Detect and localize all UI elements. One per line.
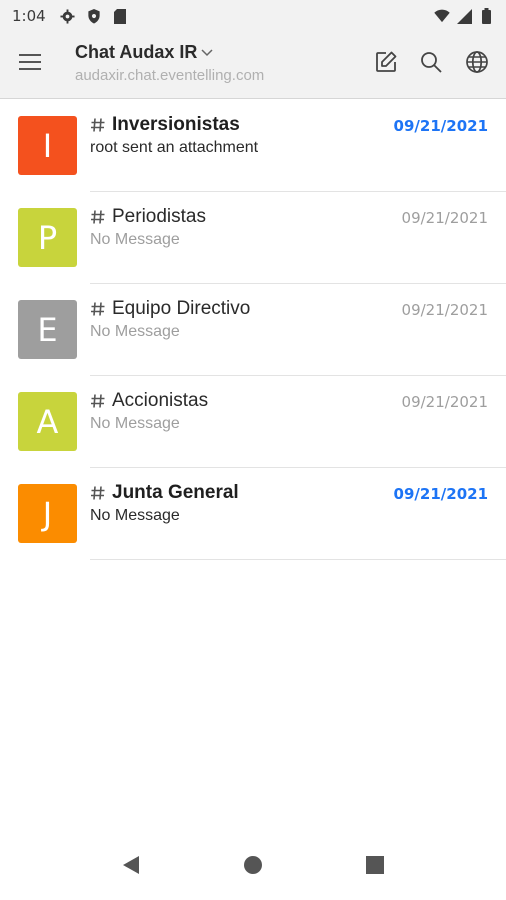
new-message-button[interactable]: [368, 46, 404, 82]
channel-hash-icon: [90, 485, 106, 501]
server-switcher[interactable]: Chat Audax IR audaxir.chat.eventelling.c…: [75, 42, 345, 84]
gear-icon: [60, 8, 76, 24]
room-name: Inversionistas: [112, 114, 240, 135]
room-last-message: No Message: [90, 507, 180, 524]
room-name: Junta General: [112, 482, 239, 503]
menu-button[interactable]: [12, 46, 48, 82]
signal-icon: [456, 8, 472, 24]
room-list: I Inversionistas 09/21/2021 root sent an…: [0, 100, 506, 560]
room-last-message: No Message: [90, 231, 180, 248]
edit-icon: [374, 50, 398, 79]
channel-hash-icon: [90, 117, 106, 133]
room-last-message: No Message: [90, 415, 180, 432]
sd-card-icon: [112, 8, 128, 24]
room-date: 09/21/2021: [401, 301, 488, 319]
chevron-down-icon: [201, 44, 213, 62]
room-name: Equipo Directivo: [112, 298, 251, 319]
recents-icon: [366, 855, 384, 879]
directory-button[interactable]: [459, 46, 495, 82]
navigation-bar: [0, 834, 506, 900]
channel-hash-icon: [90, 209, 106, 225]
room-item-periodistas[interactable]: P Periodistas 09/21/2021 No Message: [0, 192, 506, 284]
recents-button[interactable]: [355, 847, 395, 887]
shield-icon: [86, 8, 102, 24]
status-bar: 1:04: [0, 0, 506, 32]
room-last-message: No Message: [90, 323, 180, 340]
back-button[interactable]: [111, 847, 151, 887]
channel-hash-icon: [90, 301, 106, 317]
room-name: Periodistas: [112, 206, 206, 227]
wifi-icon: [434, 8, 450, 24]
battery-icon: [478, 8, 494, 24]
room-item-junta-general[interactable]: J Junta General 09/21/2021 No Message: [0, 468, 506, 560]
room-item-equipo-directivo[interactable]: E Equipo Directivo 09/21/2021 No Message: [0, 284, 506, 376]
status-time: 1:04: [12, 7, 46, 25]
divider: [90, 559, 506, 560]
avatar: P: [18, 208, 77, 267]
avatar: I: [18, 116, 77, 175]
server-title: Chat Audax IR: [75, 42, 198, 62]
room-date: 09/21/2021: [401, 393, 488, 411]
avatar: A: [18, 392, 77, 451]
app-bar: Chat Audax IR audaxir.chat.eventelling.c…: [0, 32, 506, 99]
room-item-accionistas[interactable]: A Accionistas 09/21/2021 No Message: [0, 376, 506, 468]
room-date: 09/21/2021: [393, 485, 488, 503]
home-button[interactable]: [233, 847, 273, 887]
back-icon: [122, 855, 140, 880]
hamburger-icon: [19, 53, 41, 76]
globe-icon: [465, 50, 489, 79]
avatar: E: [18, 300, 77, 359]
home-icon: [243, 855, 263, 880]
channel-hash-icon: [90, 393, 106, 409]
room-date: 09/21/2021: [401, 209, 488, 227]
room-name: Accionistas: [112, 390, 209, 411]
room-item-inversionistas[interactable]: I Inversionistas 09/21/2021 root sent an…: [0, 100, 506, 192]
room-date: 09/21/2021: [393, 117, 488, 135]
server-url: audaxir.chat.eventelling.com: [75, 67, 265, 84]
search-button[interactable]: [413, 46, 449, 82]
room-last-message: root sent an attachment: [90, 139, 259, 156]
avatar: J: [18, 484, 77, 543]
search-icon: [419, 50, 443, 79]
